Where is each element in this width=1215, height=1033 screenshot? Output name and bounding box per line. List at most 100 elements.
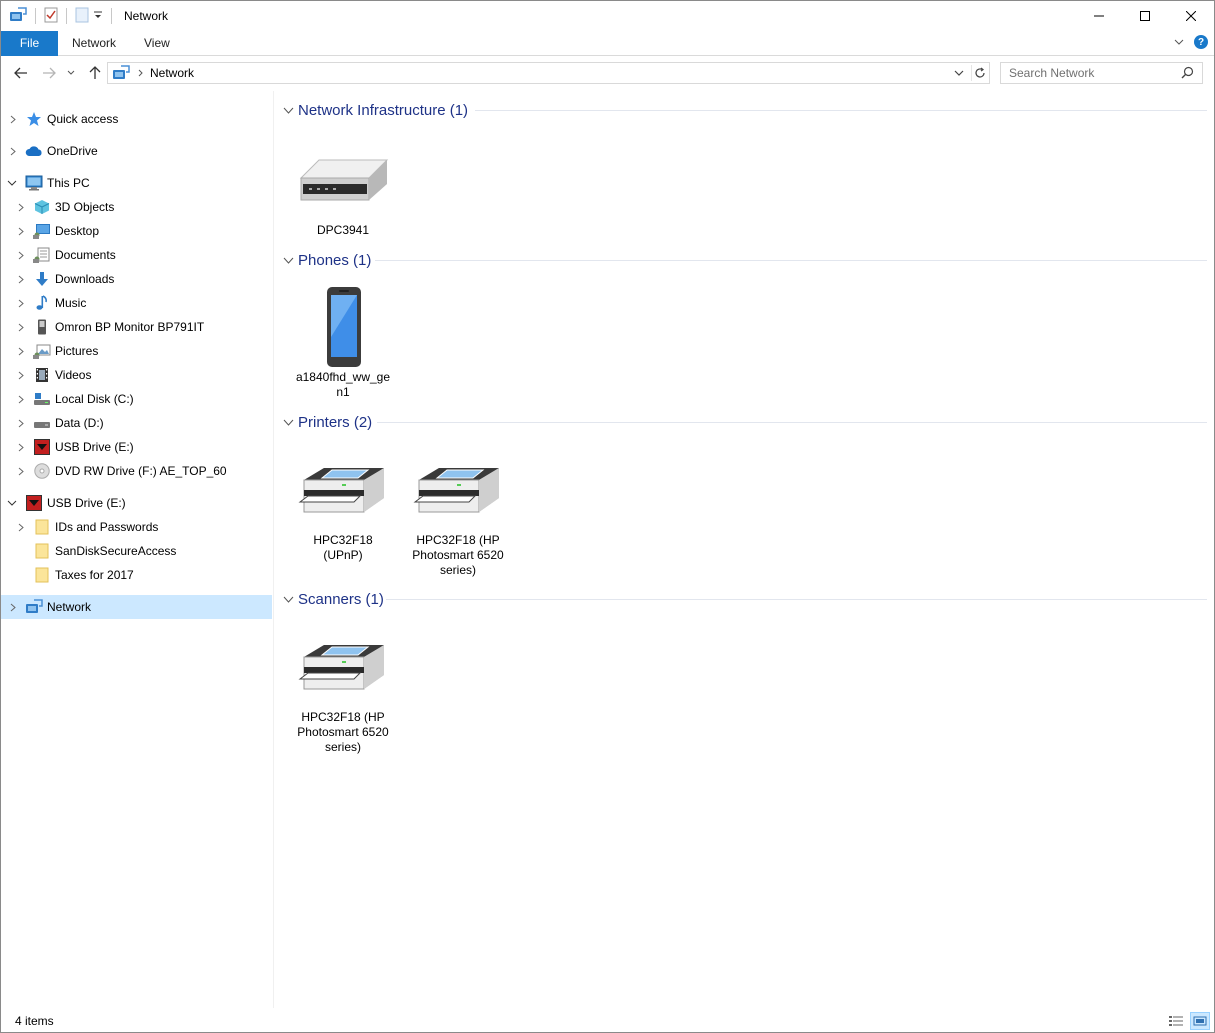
chevron-down-icon[interactable] — [283, 416, 294, 430]
sidebar-item-sandisksecureaccess[interactable]: SanDiskSecureAccess — [1, 539, 272, 563]
chevron-right-icon[interactable] — [16, 202, 26, 212]
group-title: Network Infrastructure (1) — [298, 101, 469, 119]
sidebar-item-ids-and-passwords[interactable]: IDs and Passwords — [1, 515, 272, 539]
minimize-button[interactable] — [1076, 1, 1122, 31]
title-bar: Network — [1, 1, 1214, 31]
search-input[interactable] — [1001, 66, 1176, 80]
sidebar-item-quick-access[interactable]: Quick access — [1, 107, 272, 131]
sidebar-label: Data (D:) — [55, 416, 104, 430]
usb-drive-icon — [33, 438, 51, 456]
chevron-right-icon[interactable] — [16, 466, 26, 476]
expand-ribbon-icon[interactable] — [1174, 35, 1184, 49]
group-phones[interactable]: Phones (1) — [275, 250, 1209, 270]
properties-icon[interactable] — [44, 7, 58, 26]
navigation-bar: Network — [1, 57, 1214, 89]
sidebar-item-downloads[interactable]: Downloads — [1, 267, 272, 291]
forward-button[interactable] — [39, 63, 59, 83]
search-box[interactable] — [1000, 62, 1203, 84]
sidebar-item-videos[interactable]: Videos — [1, 363, 272, 387]
group-printers[interactable]: Printers (2) — [275, 412, 1209, 432]
customize-toolbar-icon[interactable] — [93, 9, 103, 23]
printer-tile-photosmart[interactable]: HPC32F18 (HP Photosmart 6520 series) — [408, 447, 508, 578]
sidebar-item-3d-objects[interactable]: 3D Objects — [1, 195, 272, 219]
sidebar-label: USB Drive (E:) — [55, 440, 134, 454]
sidebar-item-usb-drive-e-pc[interactable]: USB Drive (E:) — [1, 435, 272, 459]
folder-icon — [33, 566, 51, 584]
refresh-icon[interactable] — [971, 65, 987, 81]
tab-view[interactable]: View — [130, 31, 184, 56]
printer-tile-upnp[interactable]: HPC32F18 (UPnP) — [293, 447, 393, 563]
details-view-button[interactable] — [1166, 1012, 1186, 1030]
chevron-down-icon[interactable] — [283, 104, 294, 118]
chevron-right-icon[interactable] — [16, 250, 26, 260]
chevron-down-icon[interactable] — [7, 178, 17, 188]
chevron-right-icon[interactable] — [16, 226, 26, 236]
sidebar-item-data-d[interactable]: Data (D:) — [1, 411, 272, 435]
scanner-tile-photosmart[interactable]: HPC32F18 (HP Photosmart 6520 series) — [293, 624, 393, 755]
sidebar-item-omron-bp-monitor[interactable]: Omron BP Monitor BP791IT — [1, 315, 272, 339]
sidebar-label: Music — [55, 296, 87, 310]
tab-file[interactable]: File — [1, 30, 58, 56]
group-scanners[interactable]: Scanners (1) — [275, 589, 1209, 609]
chevron-down-icon[interactable] — [7, 498, 17, 508]
chevron-right-icon[interactable] — [16, 322, 26, 332]
sidebar-item-this-pc[interactable]: This PC — [1, 171, 272, 195]
network-app-icon — [9, 6, 27, 26]
sidebar-item-dvd-rw-drive[interactable]: DVD RW Drive (F:) AE_TOP_60 — [1, 459, 272, 483]
pictures-icon — [33, 342, 51, 360]
group-title: Printers (2) — [298, 413, 373, 431]
chevron-right-icon[interactable] — [16, 274, 26, 284]
device-tile-dpc3941[interactable]: DPC3941 — [293, 137, 393, 238]
device-tile-phone[interactable]: a1840fhd_ww_gen1 — [293, 284, 393, 400]
navigation-pane: Quick access OneDrive This PC 3D Objects… — [1, 91, 274, 1008]
tab-network[interactable]: Network — [58, 31, 130, 56]
chevron-right-icon[interactable] — [16, 418, 26, 428]
sidebar-label: Downloads — [55, 272, 115, 286]
chevron-down-icon[interactable] — [283, 593, 294, 607]
recent-locations-button[interactable] — [64, 63, 78, 83]
router-icon — [293, 137, 393, 223]
breadcrumb-separator-icon[interactable] — [138, 69, 144, 77]
help-icon[interactable]: ? — [1194, 35, 1208, 49]
item-count: 4 items — [15, 1014, 54, 1028]
chevron-right-icon[interactable] — [16, 522, 26, 532]
sidebar-label: Documents — [55, 248, 116, 262]
chevron-right-icon[interactable] — [16, 442, 26, 452]
chevron-right-icon[interactable] — [16, 346, 26, 356]
maximize-button[interactable] — [1122, 1, 1168, 31]
address-bar[interactable]: Network — [107, 62, 990, 84]
up-button[interactable] — [85, 63, 105, 83]
sidebar-label: Omron BP Monitor BP791IT — [55, 320, 205, 334]
sidebar-item-pictures[interactable]: Pictures — [1, 339, 272, 363]
sidebar-item-documents[interactable]: Documents — [1, 243, 272, 267]
chevron-right-icon[interactable] — [8, 114, 18, 124]
group-divider — [475, 110, 1207, 111]
chevron-right-icon[interactable] — [16, 298, 26, 308]
sidebar-item-taxes-for-2017[interactable]: Taxes for 2017 — [1, 563, 272, 587]
desktop-icon — [33, 222, 51, 240]
address-dropdown-icon[interactable] — [951, 65, 967, 81]
film-icon — [33, 366, 51, 384]
device-label: a1840fhd_ww_gen1 — [295, 370, 391, 399]
breadcrumb-network[interactable]: Network — [150, 66, 194, 80]
sidebar-item-network[interactable]: Network — [1, 595, 272, 619]
close-button[interactable] — [1168, 1, 1214, 31]
sidebar-label: Desktop — [55, 224, 100, 238]
chevron-right-icon[interactable] — [16, 370, 26, 380]
quick-access-toolbar — [1, 6, 116, 26]
sidebar-item-usb-drive-e[interactable]: USB Drive (E:) — [1, 491, 272, 515]
new-folder-icon[interactable] — [75, 7, 89, 26]
tiles-view-button[interactable] — [1190, 1012, 1210, 1030]
sidebar-item-onedrive[interactable]: OneDrive — [1, 139, 272, 163]
sidebar-item-local-disk-c[interactable]: Local Disk (C:) — [1, 387, 272, 411]
back-button[interactable] — [11, 63, 31, 83]
sidebar-item-music[interactable]: Music — [1, 291, 272, 315]
chevron-right-icon[interactable] — [8, 602, 18, 612]
chevron-right-icon[interactable] — [8, 146, 18, 156]
group-network-infrastructure[interactable]: Network Infrastructure (1) — [275, 100, 1209, 120]
sidebar-label: Videos — [55, 368, 92, 382]
chevron-right-icon[interactable] — [16, 394, 26, 404]
search-icon[interactable] — [1181, 66, 1194, 82]
chevron-down-icon[interactable] — [283, 254, 294, 268]
sidebar-item-desktop[interactable]: Desktop — [1, 219, 272, 243]
